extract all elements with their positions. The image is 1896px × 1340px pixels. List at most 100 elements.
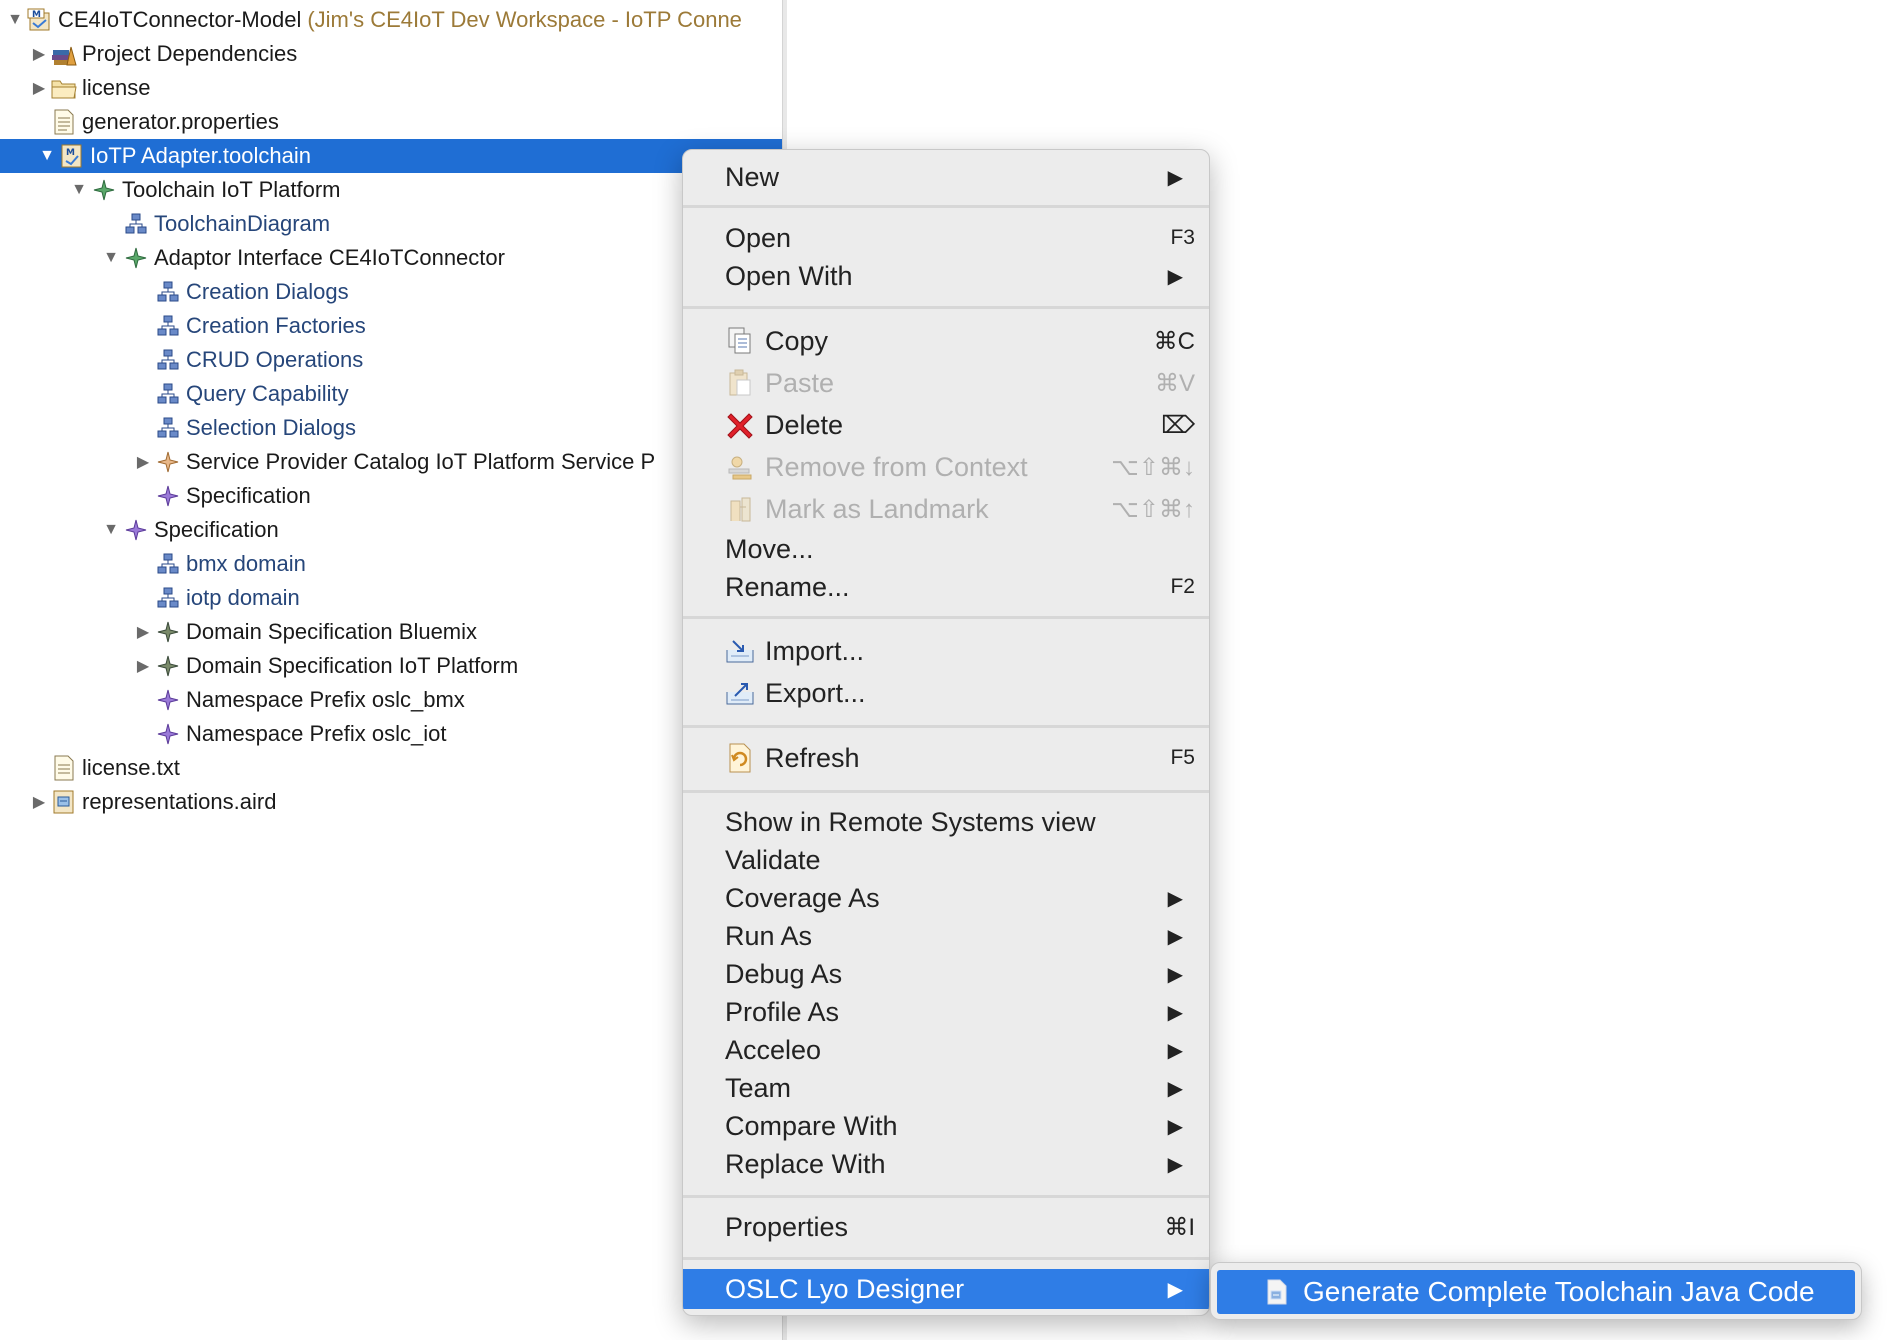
- menu-separator: [683, 1257, 1209, 1260]
- tree-row-namespace-bmx[interactable]: Namespace Prefix oslc_bmx: [0, 683, 782, 717]
- collapse-arrow-icon[interactable]: ▶: [28, 785, 50, 819]
- expand-arrow-icon[interactable]: ▼: [36, 139, 58, 173]
- menu-item-profile-as[interactable]: Profile As ▶: [683, 993, 1209, 1031]
- diamond-purple-icon: [154, 717, 182, 751]
- menu-item-debug-as[interactable]: Debug As ▶: [683, 955, 1209, 993]
- project-annotation: (Jim's CE4IoT Dev Workspace - IoTP Conne: [307, 7, 742, 32]
- menu-item-label: Team: [725, 1072, 792, 1103]
- menu-item-copy[interactable]: Copy ⌘C: [683, 322, 1209, 360]
- diagram-icon: [154, 411, 182, 445]
- tree-row-label: CE4IoTConnector-Model: [58, 7, 302, 32]
- tree-row-iotp-domain[interactable]: iotp domain: [0, 581, 782, 615]
- menu-item-label: Debug As: [725, 958, 843, 989]
- collapse-arrow-icon[interactable]: ▶: [28, 37, 50, 71]
- toolchain-file-icon: M: [58, 139, 86, 173]
- submenu-arrow-icon: ▶: [1167, 166, 1183, 189]
- project-explorer-tree[interactable]: ▼ M CE4IoTConnector-Model (Jim's CE4IoT …: [0, 0, 782, 1340]
- collapse-arrow-icon[interactable]: ▶: [132, 615, 154, 649]
- tree-row-creation-factories[interactable]: Creation Factories: [0, 309, 782, 343]
- tree-row-toolchain-diagram[interactable]: ToolchainDiagram: [0, 207, 782, 241]
- menu-item-compare-with[interactable]: Compare With ▶: [683, 1107, 1209, 1145]
- generate-code-icon: [1263, 1277, 1291, 1307]
- menu-item-label: Refresh: [765, 742, 860, 773]
- menu-item-coverage-as[interactable]: Coverage As ▶: [683, 879, 1209, 917]
- collapse-arrow-icon[interactable]: ▶: [132, 445, 154, 479]
- menu-item-acceleo[interactable]: Acceleo ▶: [683, 1031, 1209, 1069]
- tree-row-toolchain-platform[interactable]: ▼ Toolchain IoT Platform: [0, 173, 782, 207]
- menu-item-label: Delete: [765, 409, 844, 440]
- menu-item-move[interactable]: Move...: [683, 530, 1209, 568]
- diamond-green-icon: [90, 173, 118, 207]
- menu-item-generate-toolchain-code[interactable]: Generate Complete Toolchain Java Code: [1217, 1270, 1855, 1314]
- tree-row-domain-spec-iot-platform[interactable]: ▶ Domain Specification IoT Platform: [0, 649, 782, 683]
- tree-row-project[interactable]: ▼ M CE4IoTConnector-Model (Jim's CE4IoT …: [0, 3, 782, 37]
- menu-item-open-with[interactable]: Open With ▶: [683, 257, 1209, 295]
- tree-row-representations-aird[interactable]: ▶ representations.aird: [0, 785, 782, 819]
- export-icon: [724, 677, 756, 709]
- no-twisty: [132, 411, 154, 445]
- menu-item-label: New: [725, 161, 780, 192]
- diagram-icon: [154, 275, 182, 309]
- collapse-arrow-icon[interactable]: ▶: [132, 649, 154, 683]
- menu-item-paste[interactable]: Paste ⌘V: [683, 364, 1209, 402]
- tree-row-label: Specification: [186, 483, 311, 508]
- submenu-arrow-icon: ▶: [1167, 887, 1183, 910]
- menu-item-label: Profile As: [725, 996, 840, 1027]
- tree-row-generator-properties[interactable]: generator.properties: [0, 105, 782, 139]
- menu-item-mark-as-landmark[interactable]: Mark as Landmark ⌥⇧⌘↑: [683, 490, 1209, 528]
- menu-item-label: Coverage As: [725, 882, 880, 913]
- tree-row-toolchain-file[interactable]: ▼ M IoTP Adapter.toolchain: [0, 139, 782, 173]
- tree-row-crud-operations[interactable]: CRUD Operations: [0, 343, 782, 377]
- menu-item-import[interactable]: Import...: [683, 632, 1209, 670]
- menu-item-label: Move...: [725, 533, 814, 564]
- menu-item-rename[interactable]: Rename... F2: [683, 568, 1209, 606]
- menu-item-label: OSLC Lyo Designer: [725, 1273, 965, 1304]
- tree-row-project-dependencies[interactable]: ▶ Project Dependencies: [0, 37, 782, 71]
- copy-icon: [724, 325, 756, 357]
- expand-arrow-icon[interactable]: ▼: [100, 241, 122, 275]
- menu-item-run-as[interactable]: Run As ▶: [683, 917, 1209, 955]
- menu-item-oslc-lyo-designer[interactable]: OSLC Lyo Designer ▶: [683, 1269, 1209, 1309]
- expand-arrow-icon[interactable]: ▼: [100, 513, 122, 547]
- menu-separator: [683, 616, 1209, 619]
- tree-row-namespace-iot[interactable]: Namespace Prefix oslc_iot: [0, 717, 782, 751]
- menu-item-label: Mark as Landmark: [765, 493, 989, 524]
- menu-item-delete[interactable]: Delete ⌦: [683, 406, 1209, 444]
- menu-item-new[interactable]: New ▶: [683, 158, 1209, 196]
- tree-row-creation-dialogs[interactable]: Creation Dialogs: [0, 275, 782, 309]
- tree-row-adaptor-interface[interactable]: ▼ Adaptor Interface CE4IoTConnector: [0, 241, 782, 275]
- tree-row-domain-spec-bluemix[interactable]: ▶ Domain Specification Bluemix: [0, 615, 782, 649]
- tree-row-license-folder[interactable]: ▶ license: [0, 71, 782, 105]
- submenu-arrow-icon: ▶: [1167, 1153, 1183, 1176]
- menu-item-label: Import...: [765, 635, 865, 666]
- diagram-icon: [154, 343, 182, 377]
- tree-row-specification-leaf[interactable]: Specification: [0, 479, 782, 513]
- menu-item-properties[interactable]: Properties ⌘I: [683, 1208, 1209, 1246]
- tree-row-service-provider-catalog[interactable]: ▶ Service Provider Catalog IoT Platform …: [0, 445, 782, 479]
- no-twisty: [132, 581, 154, 615]
- tree-row-query-capability[interactable]: Query Capability: [0, 377, 782, 411]
- menu-item-replace-with[interactable]: Replace With ▶: [683, 1145, 1209, 1183]
- menu-item-refresh[interactable]: Refresh F5: [683, 739, 1209, 777]
- menu-item-export[interactable]: Export...: [683, 674, 1209, 712]
- expand-arrow-icon[interactable]: ▼: [68, 173, 90, 207]
- properties-file-icon: [50, 105, 78, 139]
- menu-item-remove-from-context[interactable]: Remove from Context ⌥⇧⌘↓: [683, 448, 1209, 486]
- tree-row-selection-dialogs[interactable]: Selection Dialogs: [0, 411, 782, 445]
- collapse-arrow-icon[interactable]: ▶: [28, 71, 50, 105]
- tree-row-bmx-domain[interactable]: bmx domain: [0, 547, 782, 581]
- menu-item-open[interactable]: Open F3: [683, 219, 1209, 257]
- menu-item-show-in-remote[interactable]: Show in Remote Systems view: [683, 803, 1209, 841]
- tree-row-label: Namespace Prefix oslc_iot: [186, 721, 447, 746]
- menu-item-label: Rename...: [725, 571, 850, 602]
- menu-item-team[interactable]: Team ▶: [683, 1069, 1209, 1107]
- tree-row-specification[interactable]: ▼ Specification: [0, 513, 782, 547]
- tree-row-license-txt[interactable]: license.txt: [0, 751, 782, 785]
- tree-row-label: bmx domain: [186, 551, 306, 576]
- diagram-icon: [122, 207, 150, 241]
- no-twisty: [132, 309, 154, 343]
- aird-file-icon: [50, 785, 78, 819]
- expand-arrow-icon[interactable]: ▼: [4, 3, 26, 37]
- no-twisty: [132, 479, 154, 513]
- menu-item-validate[interactable]: Validate: [683, 841, 1209, 879]
